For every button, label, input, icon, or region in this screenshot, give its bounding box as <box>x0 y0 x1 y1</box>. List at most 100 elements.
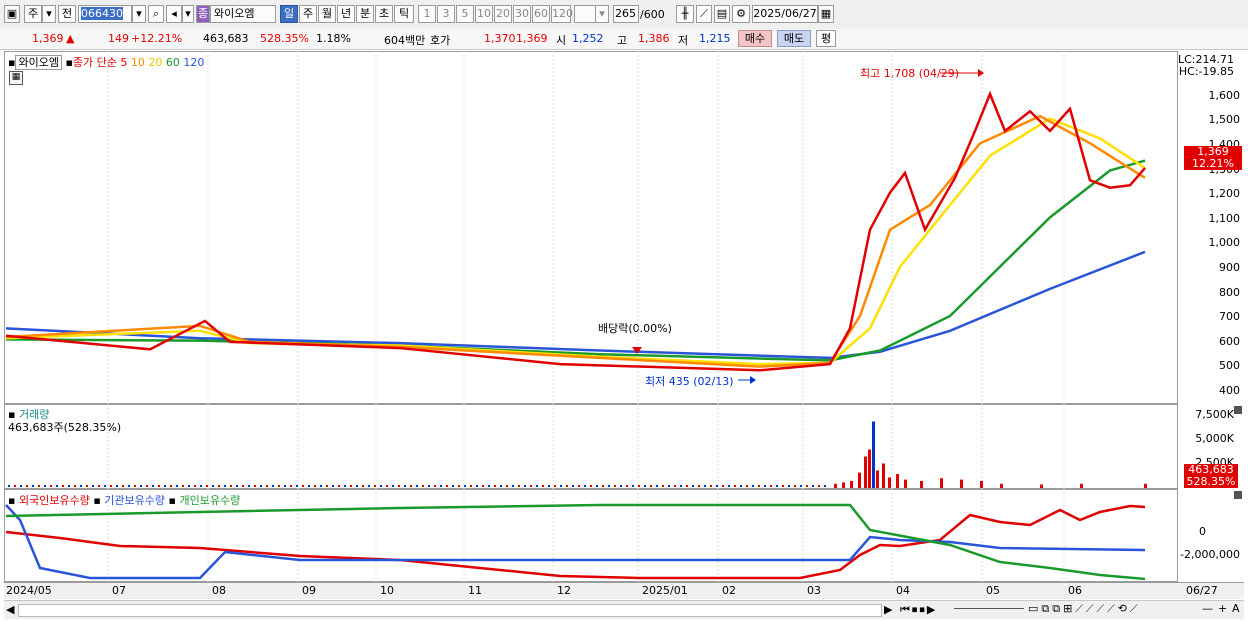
chevron-down-icon[interactable]: ▾ <box>595 5 609 23</box>
x-tick: 03 <box>807 584 821 597</box>
num-20-button[interactable]: 20 <box>494 5 512 23</box>
volume-value: 463,683 <box>203 32 249 45</box>
holdings-y-axis: 0 -2,000,000 <box>1178 489 1244 582</box>
num-120-button[interactable]: 120 <box>551 5 573 23</box>
legend-ma-label[interactable]: 종가 단순 <box>73 56 117 69</box>
code-value: 066430 <box>81 7 123 20</box>
legend-inst[interactable]: 기관보유수량 <box>104 494 165 507</box>
legend-indiv[interactable]: 개인보유수량 <box>179 494 240 507</box>
low-annotation: 최저 435 (02/13) <box>645 375 734 388</box>
x-tick: 07 <box>112 584 126 597</box>
y-tick: 1,600 <box>1208 89 1241 102</box>
candle-icon[interactable]: ╫ <box>676 5 694 23</box>
scroll-right-icon[interactable]: ▶ <box>884 603 892 616</box>
open-label: 시 <box>556 34 567 47</box>
x-tick: 06/27 <box>1186 584 1218 597</box>
num-1-button[interactable]: 1 <box>418 5 436 23</box>
price-pane[interactable] <box>4 51 1178 404</box>
num-5-button[interactable]: 5 <box>456 5 474 23</box>
chevron-down-icon[interactable]: ▾ <box>182 5 194 23</box>
y-tick: 600 <box>1219 335 1240 348</box>
current-price: 1,369 <box>32 32 64 45</box>
count-input[interactable]: 265 <box>613 5 639 23</box>
date-input[interactable]: 2025/06/27 <box>752 5 818 23</box>
market-badge: 종 <box>196 5 210 23</box>
speaker-icon[interactable]: ◂ <box>166 5 182 23</box>
up-triangle-icon: ▲ <box>66 32 75 45</box>
legend-ma20[interactable]: 20 <box>148 56 162 69</box>
pane-close-icon[interactable] <box>1234 406 1242 414</box>
tab-minute[interactable]: 분 <box>356 5 374 23</box>
ask-value: 1,370 <box>484 32 516 45</box>
font-size-icon[interactable]: A <box>1232 602 1240 615</box>
volume-pane[interactable] <box>4 404 1178 489</box>
legend-ma5[interactable]: 5 <box>120 56 127 69</box>
legend-stock-name[interactable]: 와이오엠 <box>15 55 62 70</box>
chevron-down-icon[interactable]: ▾ <box>132 5 146 23</box>
window-icon[interactable]: ▣ <box>4 5 20 23</box>
drawing-tool-icons[interactable]: ▭⧉⧉⊞⟋⟋⟋⟋⟲⟋ <box>1028 602 1140 616</box>
legend-ma60[interactable]: 60 <box>166 56 180 69</box>
dividend-annotation: 배당락(0.00%) <box>598 322 672 335</box>
code-input[interactable]: 066430 <box>78 5 132 23</box>
chevron-down-icon[interactable]: ▾ <box>42 5 56 23</box>
bid-value: 1,369 <box>516 32 548 45</box>
x-tick: 06 <box>1068 584 1082 597</box>
playback-controls[interactable]: ⏮⏹⏹▶ <box>900 603 937 617</box>
zoom-slider[interactable] <box>954 608 1024 609</box>
tab-day[interactable]: 일 <box>280 5 298 23</box>
x-tick: 05 <box>986 584 1000 597</box>
y-tick: 700 <box>1219 310 1240 323</box>
prev-button[interactable]: 전 <box>58 5 76 23</box>
calendar-icon[interactable]: ▦ <box>818 5 834 23</box>
buy-button[interactable]: 매수 <box>738 30 772 47</box>
legend-ma10[interactable]: 10 <box>131 56 145 69</box>
amount-value: 604백만 <box>384 34 426 47</box>
hc-label: HC:-19.85 <box>1178 65 1234 78</box>
tab-tick[interactable]: 틱 <box>394 5 414 23</box>
price-y-axis: LC:214.71 HC:-19.85 1,600 1,500 1,400 1,… <box>1178 51 1244 404</box>
x-tick: 09 <box>302 584 316 597</box>
tab-month[interactable]: 월 <box>318 5 336 23</box>
high-label: 고 <box>617 34 628 47</box>
save-icon[interactable]: ▤ <box>714 5 730 23</box>
tab-second[interactable]: 초 <box>375 5 393 23</box>
line-tool-icon[interactable]: ⟋ <box>696 5 712 23</box>
scroll-thumb[interactable] <box>18 604 882 617</box>
num-30-button[interactable]: 30 <box>513 5 531 23</box>
volume-ratio: 528.35% <box>260 32 309 45</box>
num-3-button[interactable]: 3 <box>437 5 455 23</box>
search-icon[interactable]: ⌕ <box>148 5 164 23</box>
tab-week[interactable]: 주 <box>299 5 317 23</box>
y-tick: -2,000,000 <box>1180 548 1240 561</box>
x-axis: 2024/05 07 08 09 10 11 12 2025/01 02 03 … <box>4 582 1244 599</box>
ask-label: 호가 <box>430 34 451 47</box>
legend-ma120[interactable]: 120 <box>183 56 204 69</box>
market-select[interactable]: 주 <box>24 5 42 23</box>
price-legend: ▪ 와이오엠 ▪종가 단순 5 10 20 60 120 <box>8 54 204 70</box>
x-tick: 04 <box>896 584 910 597</box>
gear-icon[interactable]: ⚙ <box>732 5 750 23</box>
zoom-in-icon[interactable]: + <box>1218 602 1227 615</box>
price-change: 149 <box>108 32 129 45</box>
volume-tag-pct: 528.35% <box>1186 475 1236 488</box>
eval-button[interactable]: 평 <box>816 30 836 47</box>
zoom-out-icon[interactable]: — <box>1202 602 1213 615</box>
horizontal-scrollbar[interactable]: ◀ ▶ ⏮⏹⏹▶ ▭⧉⧉⊞⟋⟋⟋⟋⟲⟋ — + A <box>4 600 1244 619</box>
num-10-button[interactable]: 10 <box>475 5 493 23</box>
x-tick: 12 <box>557 584 571 597</box>
y-tick: 800 <box>1219 286 1240 299</box>
quote-bar: 1,369 ▲ 149 +12.21% 463,683 528.35% 1.18… <box>0 29 1248 50</box>
sell-button[interactable]: 매도 <box>777 30 811 47</box>
tab-year[interactable]: 년 <box>337 5 355 23</box>
y-tick: 1,100 <box>1208 212 1241 225</box>
num-60-button[interactable]: 60 <box>532 5 550 23</box>
scroll-left-icon[interactable]: ◀ <box>6 603 14 616</box>
table-icon[interactable]: ▦ <box>9 71 23 85</box>
legend-square-icon: ▪ <box>168 494 176 507</box>
price-change-pct: +12.21% <box>131 32 183 45</box>
volume-tag: 463,683 528.35% <box>1184 464 1238 488</box>
legend-square-icon: ▪ <box>8 494 16 507</box>
legend-foreign[interactable]: 외국인보유수량 <box>19 494 90 507</box>
pane-close-icon[interactable] <box>1234 491 1242 499</box>
